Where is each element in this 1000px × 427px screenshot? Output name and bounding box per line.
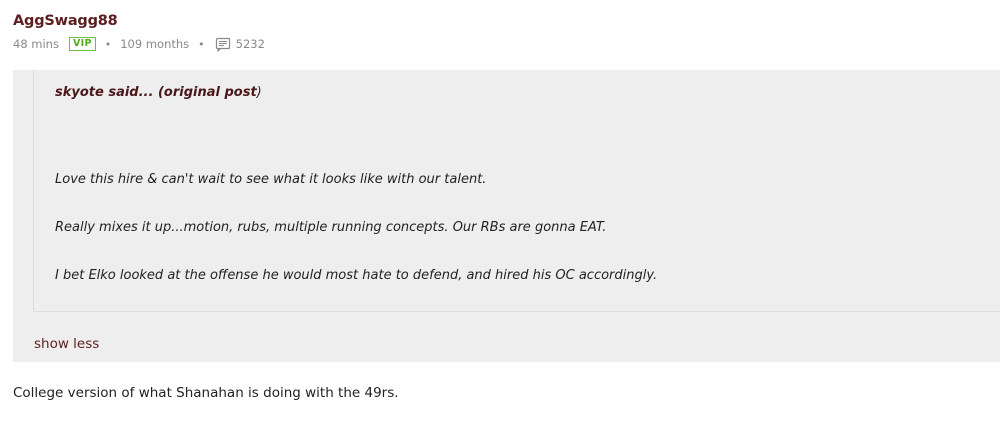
meta-separator: • bbox=[198, 37, 205, 51]
quote-header: skyote said... (original post) bbox=[55, 85, 262, 100]
quote-author[interactable]: skyote said... bbox=[55, 85, 153, 100]
post-count: 5232 bbox=[235, 37, 265, 51]
post-meta: 48 mins VIP • 109 months • 5232 bbox=[13, 36, 265, 53]
quote-content: skyote said... (original post) Love this… bbox=[33, 70, 1000, 312]
meta-separator: • bbox=[104, 37, 112, 51]
post-username[interactable]: AggSwagg88 bbox=[13, 13, 118, 29]
message-icon bbox=[215, 36, 231, 53]
quote-block: skyote said... (original post) Love this… bbox=[13, 70, 1000, 362]
membership-duration: 109 months bbox=[120, 37, 190, 51]
show-less-link[interactable]: show less bbox=[34, 336, 99, 352]
post-body: College version of what Shanahan is doin… bbox=[13, 385, 399, 401]
quote-paragraph: Really mixes it up...motion, rubs, multi… bbox=[55, 220, 607, 235]
post-time: 48 mins bbox=[13, 37, 59, 51]
vip-badge: VIP bbox=[68, 37, 96, 51]
original-post-paren: ) bbox=[256, 85, 262, 100]
quote-paragraph: I bet Elko looked at the offense he woul… bbox=[55, 268, 658, 283]
quote-paragraph: Love this hire & can't wait to see what … bbox=[55, 172, 487, 187]
forum-post: AggSwagg88 48 mins VIP • 109 months • 52… bbox=[0, 0, 1000, 427]
original-post-link[interactable]: (original post bbox=[158, 85, 257, 100]
